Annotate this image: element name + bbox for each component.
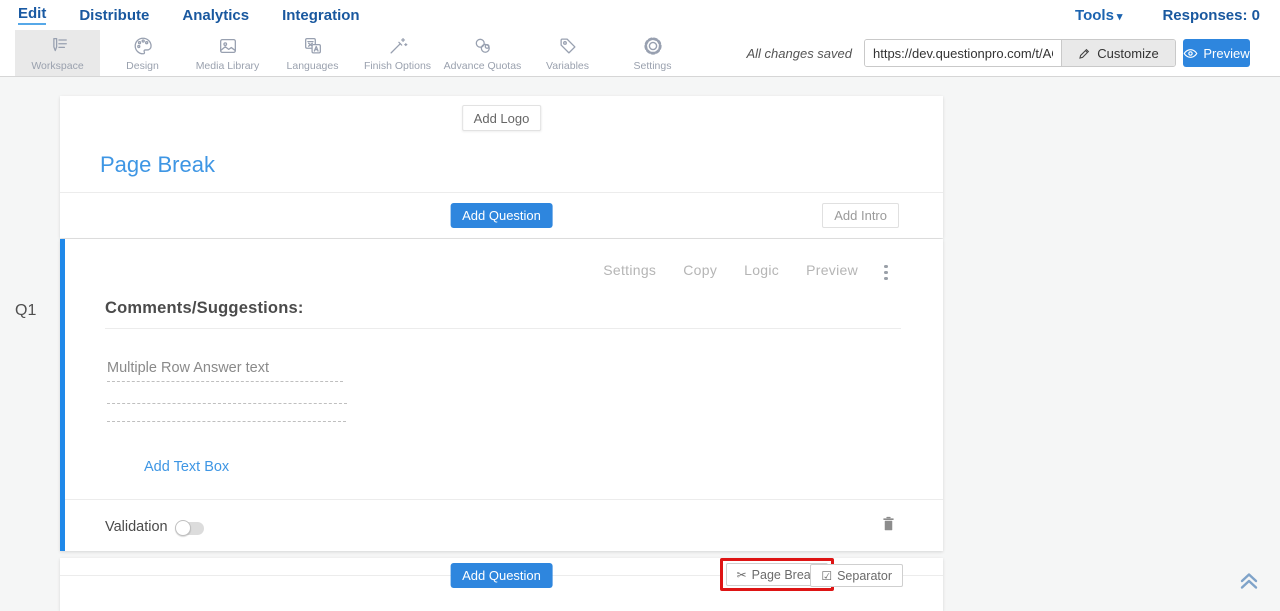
media-library-icon: [217, 34, 239, 58]
finish-options-icon: [387, 34, 409, 58]
toolbar-tab-media-library[interactable]: Media Library: [185, 30, 270, 76]
page-break-label: Page Break: [752, 568, 817, 582]
divider: [105, 328, 901, 329]
nav-right: Tools▾ Responses: 0: [1075, 0, 1260, 30]
double-chevron-up-icon: [1238, 570, 1260, 592]
separator-button[interactable]: ☑ Separator: [810, 564, 903, 587]
question-copy-link[interactable]: Copy: [683, 262, 717, 278]
toolbar-tab-label: Languages: [287, 60, 339, 72]
toolbar-tab-settings[interactable]: Settings: [610, 30, 695, 76]
question-menu: Settings Copy Logic Preview: [603, 262, 858, 278]
question-logic-link[interactable]: Logic: [744, 262, 779, 278]
add-intro-button[interactable]: Add Intro: [822, 203, 899, 228]
nav-item-integration[interactable]: Integration: [282, 7, 360, 24]
answer-row-line[interactable]: [107, 381, 343, 382]
validation-toggle[interactable]: [177, 522, 204, 535]
add-question-button[interactable]: Add Question: [450, 203, 553, 228]
design-icon: [132, 34, 154, 58]
toolbar-tab-label: Variables: [546, 60, 589, 72]
toolbar-tab-label: Design: [126, 60, 159, 72]
toolbar-tab-label: Advance Quotas: [444, 60, 522, 72]
variables-icon: [557, 34, 579, 58]
toolbar-tab-variables[interactable]: Variables: [525, 30, 610, 76]
toolbar-tab-label: Settings: [634, 60, 672, 72]
nav-links: Edit Distribute Analytics Integration: [18, 0, 360, 30]
add-text-box-link[interactable]: Add Text Box: [144, 459, 229, 475]
preview-button[interactable]: Preview: [1183, 39, 1250, 67]
answer-row-line[interactable]: [107, 421, 346, 422]
toolbar-tab-finish-options[interactable]: Finish Options: [355, 30, 440, 76]
save-status: All changes saved: [746, 30, 852, 76]
caret-down-icon: ▾: [1117, 11, 1123, 23]
tools-label: Tools: [1075, 7, 1114, 24]
survey-editor-screen: Edit Distribute Analytics Integration To…: [0, 0, 1280, 611]
question-card: Settings Copy Logic Preview Comments/Sug…: [60, 239, 943, 551]
customize-button[interactable]: Customize: [1061, 40, 1175, 66]
next-page-card: Add Question ✂ Page Break ☑ Separator: [60, 558, 943, 611]
nav-item-edit[interactable]: Edit: [18, 5, 46, 25]
toolbar-tab-workspace[interactable]: Workspace: [15, 30, 100, 76]
survey-url-input[interactable]: [865, 40, 1061, 66]
languages-icon: [302, 34, 324, 58]
responses-count[interactable]: Responses: 0: [1162, 7, 1260, 24]
preview-label: Preview: [1203, 46, 1249, 61]
pencil-icon: [1078, 47, 1091, 60]
top-nav: Edit Distribute Analytics Integration To…: [0, 0, 1280, 30]
question-title[interactable]: Comments/Suggestions:: [105, 299, 304, 318]
toolbar-tab-advance-quotas[interactable]: Advance Quotas: [440, 30, 525, 76]
tools-dropdown[interactable]: Tools▾: [1075, 7, 1122, 24]
divider: [60, 192, 943, 193]
add-logo-button[interactable]: Add Logo: [462, 105, 542, 131]
eye-icon: [1183, 48, 1198, 59]
answer-placeholder-text[interactable]: Multiple Row Answer text: [107, 360, 269, 376]
advance-quotas-icon: [472, 34, 494, 58]
question-preview-link[interactable]: Preview: [806, 262, 858, 278]
page-header-card: Add Logo Page Break Add Question Add Int…: [60, 96, 943, 238]
toolbar-tab-label: Media Library: [196, 60, 260, 72]
toggle-knob: [175, 520, 191, 536]
toolbar-tab-languages[interactable]: Languages: [270, 30, 355, 76]
scroll-to-top-button[interactable]: [1238, 570, 1260, 597]
question-code: Q1: [15, 302, 36, 320]
checkbox-checked-icon: ☑: [821, 569, 832, 583]
answer-row-line[interactable]: [107, 403, 347, 404]
workspace-icon: [47, 34, 69, 58]
divider: [65, 499, 943, 500]
toolbar-tab-label: Finish Options: [364, 60, 431, 72]
scissors-icon: ✂: [737, 568, 747, 582]
toolbar-tab-label: Workspace: [31, 60, 83, 72]
editor-toolbar: Workspace Design Media Library Languages: [0, 30, 1280, 77]
question-settings-link[interactable]: Settings: [603, 262, 656, 278]
validation-label: Validation: [105, 519, 168, 535]
customize-label: Customize: [1097, 46, 1158, 61]
toolbar-tabs: Workspace Design Media Library Languages: [15, 30, 695, 76]
toolbar-tab-design[interactable]: Design: [100, 30, 185, 76]
nav-item-analytics[interactable]: Analytics: [182, 7, 249, 24]
kebab-menu-icon[interactable]: [879, 261, 893, 284]
nav-item-distribute[interactable]: Distribute: [79, 7, 149, 24]
add-question-button-bottom[interactable]: Add Question: [450, 563, 553, 588]
settings-icon: [642, 34, 664, 58]
survey-url-group: Customize: [864, 39, 1176, 67]
page-title[interactable]: Page Break: [100, 152, 215, 178]
separator-label: Separator: [837, 569, 892, 583]
trash-icon[interactable]: [881, 515, 896, 539]
